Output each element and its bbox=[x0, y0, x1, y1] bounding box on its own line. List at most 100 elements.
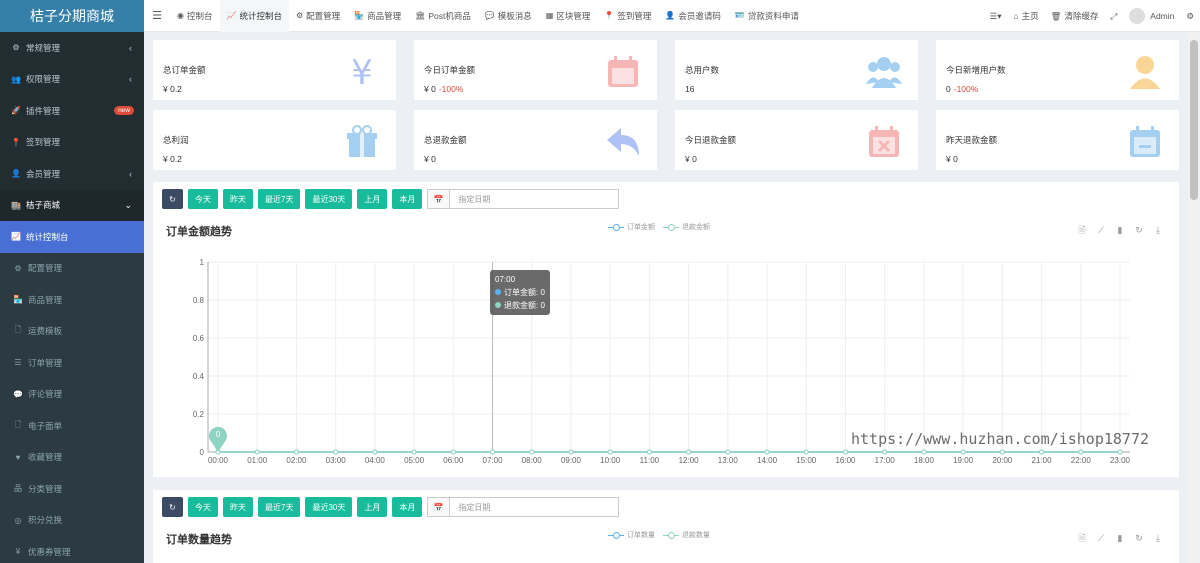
legend-label: 退款数量 bbox=[682, 532, 710, 539]
sidebar-item-12[interactable]: 🗋 电子面单 bbox=[0, 410, 144, 442]
sidebar-item-label: 常规管理 bbox=[26, 42, 61, 53]
date-input[interactable]: 指定日期 bbox=[450, 190, 490, 208]
username: Admin bbox=[1150, 11, 1175, 21]
home-link[interactable]: ⌂ 主页 bbox=[1008, 10, 1045, 22]
y-tick-label: 0.8 bbox=[193, 296, 205, 305]
sidebar-toggle-icon[interactable]: ☰ bbox=[144, 9, 170, 22]
sidebar-item-4[interactable]: 👤 会员管理 ‹ bbox=[0, 158, 144, 190]
x-tick-label: 23:00 bbox=[1110, 456, 1131, 465]
sidebar-item-3[interactable]: 📍 签到管理 bbox=[0, 127, 144, 159]
tab-7[interactable]: 📍 签到管理 bbox=[597, 0, 658, 32]
legend-item[interactable]: 订单数量 bbox=[608, 530, 655, 540]
sidebar-item-2[interactable]: 🚀 插件管理 new bbox=[0, 95, 144, 127]
range-button-0[interactable]: 今天 bbox=[188, 189, 218, 209]
sidebar-item-7[interactable]: ⚙ 配置管理 bbox=[0, 252, 144, 284]
sidebar-item-0[interactable]: ⚙ 常规管理 ‹ bbox=[0, 32, 144, 64]
calendar-icon bbox=[608, 56, 638, 87]
cog-icon: ⚙ bbox=[295, 11, 304, 20]
stat-card: 总利润 ¥ 0.2 bbox=[153, 110, 396, 170]
line-switch-icon[interactable]: ⟋ bbox=[1095, 532, 1107, 544]
sidebar-item-9[interactable]: 🗋 运费模板 bbox=[0, 315, 144, 347]
sidebar-item-label: 订单管理 bbox=[28, 357, 63, 368]
user-menu[interactable]: Admin bbox=[1123, 8, 1180, 24]
nav-tabs: ◉ 控制台 📈 统计控制台 ⚙ 配置管理 🏪 商品管理 🏛 Post机商品 💬 模板消息 ▦ 区块管理 📍 签… bbox=[170, 0, 806, 32]
clear-cache-link[interactable]: 🗑 清除缓存 bbox=[1045, 10, 1105, 22]
sidebar-item-13[interactable]: ♥ 收藏管理 bbox=[0, 441, 144, 473]
stat-amount: ¥ 0 bbox=[685, 154, 697, 164]
stat-amount: 16 bbox=[685, 84, 695, 94]
date-picker[interactable]: 📅 指定日期 bbox=[427, 497, 620, 517]
settings-icon[interactable]: ⚙ bbox=[1180, 11, 1200, 22]
tab-3[interactable]: 🏪 商品管理 bbox=[347, 0, 408, 32]
yen-icon: ¥ bbox=[15, 547, 21, 557]
data-point bbox=[254, 449, 260, 455]
range-button-2[interactable]: 最近7天 bbox=[258, 189, 301, 209]
bar-switch-icon[interactable]: ▮ bbox=[1114, 532, 1126, 544]
calendar-times-icon bbox=[869, 126, 899, 157]
refresh-button[interactable]: ↻ bbox=[162, 497, 183, 517]
save-image-icon[interactable]: ⤓ bbox=[1152, 532, 1164, 544]
date-input[interactable]: 指定日期 bbox=[450, 498, 490, 516]
tooltip-value: 退款金额: 0 bbox=[504, 301, 545, 310]
sidebar-item-label: 分类管理 bbox=[28, 483, 63, 494]
range-button-5[interactable]: 本月 bbox=[392, 189, 423, 209]
sidebar-item-1[interactable]: 👥 权限管理 ‹ bbox=[0, 64, 144, 96]
stat-amount: ¥ 0 bbox=[424, 154, 436, 164]
sidebar-item-16[interactable]: ¥ 优惠券管理 bbox=[0, 536, 144, 563]
tab-9[interactable]: 🪪 贷款资料申请 bbox=[728, 0, 806, 32]
x-tick-label: 06:00 bbox=[443, 456, 464, 465]
sidebar-item-5[interactable]: 🏬 桔子商城 ⌄ bbox=[0, 189, 144, 221]
home-icon: ⌂ bbox=[1013, 11, 1019, 21]
tab-5[interactable]: 💬 模板消息 bbox=[478, 0, 539, 32]
clear-cache-label: 清除缓存 bbox=[1064, 11, 1099, 21]
range-button-3[interactable]: 最近30天 bbox=[305, 189, 353, 209]
file-icon: 🗋 bbox=[14, 325, 22, 335]
range-button-1[interactable]: 昨天 bbox=[223, 189, 253, 209]
chevron-icon: ⌄ bbox=[124, 199, 132, 210]
sidebar-item-14[interactable]: 品分类管理 bbox=[0, 473, 144, 505]
watermark: https://www.huzhan.com/ishop18772 bbox=[851, 430, 1150, 448]
data-point bbox=[293, 449, 299, 455]
x-tick-label: 18:00 bbox=[914, 456, 935, 465]
restore-icon[interactable]: ↻ bbox=[1133, 532, 1145, 544]
tab-1[interactable]: 📈 统计控制台 bbox=[219, 0, 289, 32]
date-picker[interactable]: 📅 指定日期 bbox=[427, 189, 620, 209]
map-marker-icon: 📍 bbox=[11, 137, 21, 147]
range-button-5[interactable]: 本月 bbox=[392, 497, 423, 517]
tab-4[interactable]: 🏛 Post机商品 bbox=[408, 0, 478, 32]
tab-2[interactable]: ⚙ 配置管理 bbox=[289, 0, 347, 32]
stat-label: 总用户数 bbox=[685, 65, 720, 75]
range-button-3[interactable]: 最近30天 bbox=[305, 497, 353, 517]
tab-label: 贷款资料申请 bbox=[747, 10, 799, 21]
gift-icon bbox=[347, 125, 377, 157]
sidebar-item-11[interactable]: 💬 评论管理 bbox=[0, 378, 144, 410]
stat-label: 总订单金额 bbox=[163, 65, 206, 75]
sidebar-item-10[interactable]: ☰ 订单管理 bbox=[0, 347, 144, 379]
range-button-4[interactable]: 上月 bbox=[357, 497, 388, 517]
range-button-1[interactable]: 昨天 bbox=[223, 497, 253, 517]
fullscreen-icon[interactable]: ⤢ bbox=[1104, 11, 1123, 22]
data-point bbox=[725, 449, 731, 455]
sidebar-item-15[interactable]: ◎ 积分兑换 bbox=[0, 504, 144, 536]
refresh-button[interactable]: ↻ bbox=[162, 189, 183, 209]
stat-value: 16 bbox=[685, 84, 694, 94]
tab-6[interactable]: ▦ 区块管理 bbox=[539, 0, 598, 32]
data-point bbox=[1117, 449, 1123, 455]
home-label: 主页 bbox=[1021, 11, 1039, 21]
page-scrollbar[interactable] bbox=[1188, 32, 1200, 563]
range-button-4[interactable]: 上月 bbox=[357, 189, 388, 209]
sidebar-item-6[interactable]: 📈 统计控制台 bbox=[0, 221, 144, 253]
range-button-2[interactable]: 最近7天 bbox=[258, 497, 301, 517]
stat-label: 总利润 bbox=[163, 135, 189, 145]
data-view-icon[interactable]: 🗎 bbox=[1076, 532, 1088, 544]
stat-amount: ¥ 0 bbox=[424, 84, 436, 94]
dashboard-icon: ◉ bbox=[177, 11, 184, 20]
tab-8[interactable]: 👤 会员邀请码 bbox=[658, 0, 727, 32]
range-button-0[interactable]: 今天 bbox=[188, 497, 218, 517]
scrollbar-thumb[interactable] bbox=[1190, 40, 1198, 200]
tab-0[interactable]: ◉ 控制台 bbox=[170, 0, 220, 32]
menu-dropdown-icon[interactable]: ☰▾ bbox=[984, 11, 1008, 22]
app-logo[interactable]: 桔子分期商城 bbox=[0, 0, 144, 32]
sidebar-item-8[interactable]: 🏪 商品管理 bbox=[0, 284, 144, 316]
legend-item[interactable]: 退款数量 bbox=[663, 530, 710, 540]
